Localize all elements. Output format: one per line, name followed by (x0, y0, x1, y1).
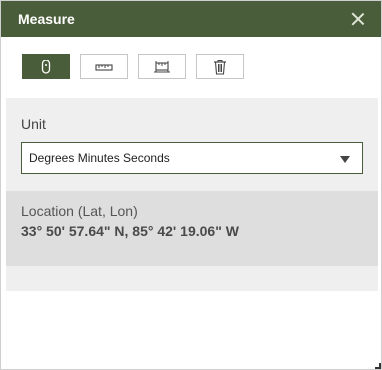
location-pin-icon (41, 59, 51, 74)
area-measure-icon (154, 60, 170, 72)
area-tool-button[interactable] (138, 54, 186, 79)
measure-toolbar (1, 37, 381, 97)
distance-ruler-icon (95, 63, 113, 71)
result-value: 33° 50' 57.64" N, 85° 42' 19.06" W (21, 223, 239, 239)
clear-tool-button[interactable] (196, 54, 244, 79)
chevron-down-icon (340, 156, 350, 163)
resize-handle[interactable] (375, 363, 381, 369)
widget-header: Measure (1, 1, 381, 37)
widget-title: Measure (18, 11, 75, 27)
close-icon[interactable] (351, 12, 365, 26)
trash-icon (214, 59, 226, 75)
distance-tool-button[interactable] (80, 54, 128, 79)
unit-label: Unit (21, 116, 46, 132)
measurement-result: Location (Lat, Lon) 33° 50' 57.64" N, 85… (6, 191, 378, 266)
measure-settings-panel: Unit Degrees Minutes Seconds Location (L… (6, 98, 378, 291)
measure-widget: Measure Unit Degrees Minutes Seconds Loc… (0, 0, 382, 370)
unit-select[interactable]: Degrees Minutes Seconds (21, 142, 363, 174)
location-tool-button[interactable] (22, 54, 70, 79)
result-label: Location (Lat, Lon) (21, 203, 138, 219)
unit-select-value: Degrees Minutes Seconds (29, 151, 170, 165)
